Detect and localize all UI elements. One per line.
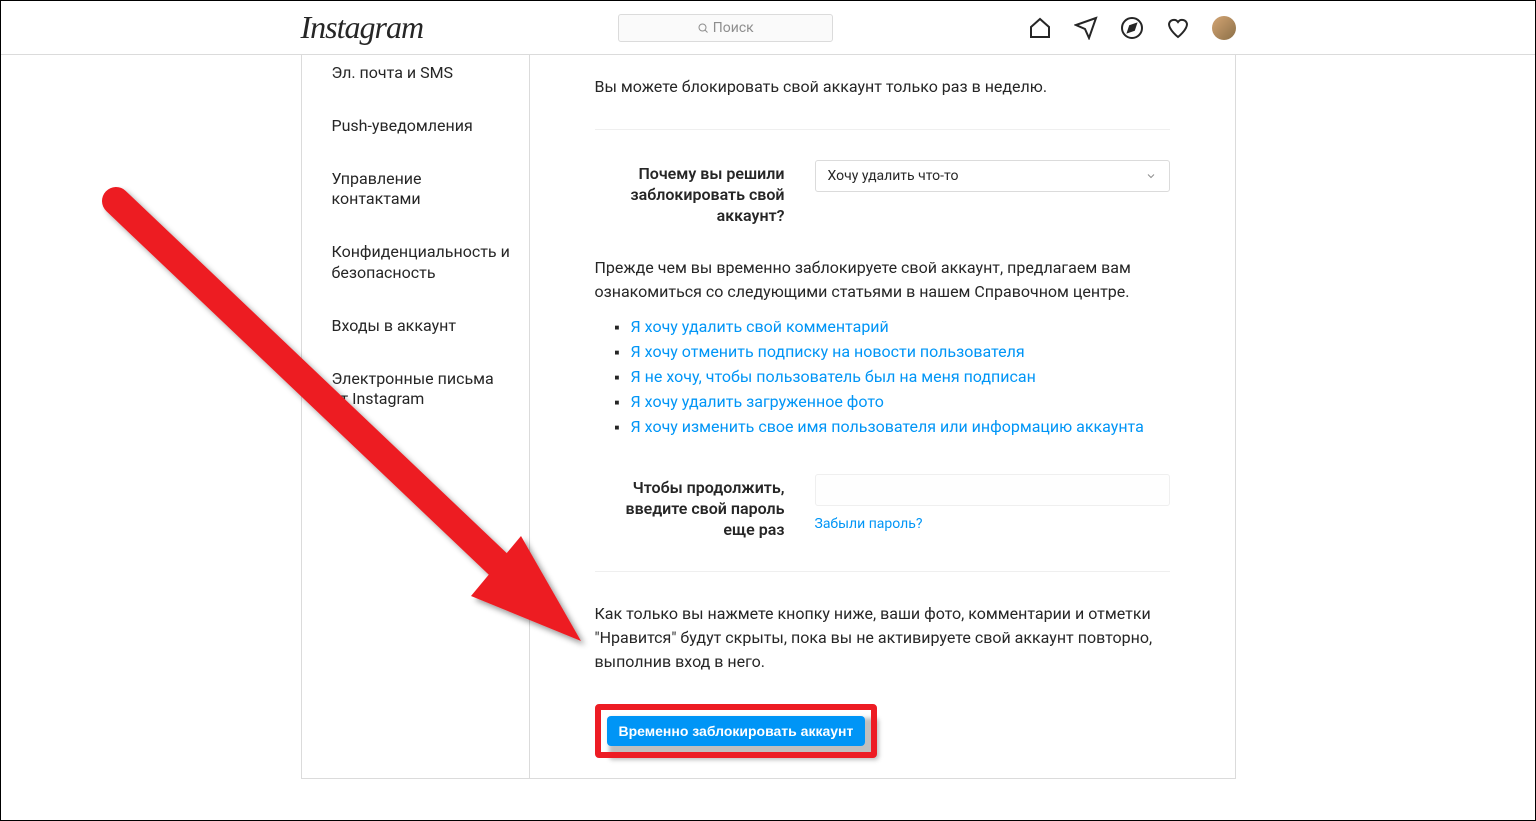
sidebar-item-login[interactable]: Входы в аккаунт xyxy=(302,300,529,353)
messages-icon[interactable] xyxy=(1074,16,1098,40)
help-link-change-username[interactable]: Я хочу изменить свое имя пользователя ил… xyxy=(631,417,1144,436)
divider-2 xyxy=(595,571,1170,572)
settings-sidebar: Эл. почта и SMS Push-уведомления Управле… xyxy=(302,55,530,778)
password-input[interactable] xyxy=(815,474,1170,506)
help-link-remove-follower[interactable]: Я не хочу, чтобы пользователь был на мен… xyxy=(631,367,1036,386)
reason-label: Почему вы решили заблокировать свой акка… xyxy=(595,160,785,226)
sidebar-item-contacts[interactable]: Управление контактами xyxy=(302,153,529,227)
help-link-unfollow[interactable]: Я хочу отменить подписку на новости поль… xyxy=(631,342,1025,361)
home-icon[interactable] xyxy=(1028,16,1052,40)
search-placeholder: Поиск xyxy=(713,20,754,36)
help-link-delete-photo[interactable]: Я хочу удалить загруженное фото xyxy=(631,392,884,411)
settings-card: Эл. почта и SMS Push-уведомления Управле… xyxy=(301,55,1236,779)
avatar[interactable] xyxy=(1212,16,1236,40)
heart-icon[interactable] xyxy=(1166,16,1190,40)
search-input[interactable]: Поиск xyxy=(618,14,833,42)
instagram-logo[interactable]: Instagram xyxy=(301,9,424,46)
divider xyxy=(595,129,1170,130)
main-content: Вы можете блокировать свой аккаунт тольк… xyxy=(530,55,1235,778)
help-intro: Прежде чем вы временно заблокируете свой… xyxy=(595,256,1170,304)
chevron-down-icon xyxy=(1145,170,1157,182)
explore-icon[interactable] xyxy=(1120,16,1144,40)
sidebar-item-email-sms[interactable]: Эл. почта и SMS xyxy=(302,55,529,100)
disable-account-button[interactable]: Временно заблокировать аккаунт xyxy=(607,716,866,746)
help-link-delete-comment[interactable]: Я хочу удалить свой комментарий xyxy=(631,317,889,336)
password-label: Чтобы продолжить, введите свой пароль ещ… xyxy=(595,474,785,540)
sidebar-item-push[interactable]: Push-уведомления xyxy=(302,100,529,153)
highlight-box: Временно заблокировать аккаунт xyxy=(595,704,878,758)
reason-select[interactable]: Хочу удалить что-то xyxy=(815,160,1170,192)
nav-icons xyxy=(1028,16,1236,40)
reason-selected-value: Хочу удалить что-то xyxy=(828,168,959,184)
sidebar-item-privacy[interactable]: Конфиденциальность и безопасность xyxy=(302,226,529,300)
help-links-list: Я хочу удалить свой комментарий Я хочу о… xyxy=(595,314,1170,439)
search-icon xyxy=(697,22,709,34)
final-notice: Как только вы нажмете кнопку ниже, ваши … xyxy=(595,602,1170,674)
top-header: Instagram Поиск xyxy=(1,1,1535,55)
sidebar-item-emails[interactable]: Электронные письма от Instagram xyxy=(302,353,529,427)
weekly-notice: Вы можете блокировать свой аккаунт тольк… xyxy=(595,75,1170,99)
forgot-password-link[interactable]: Забыли пароль? xyxy=(815,516,923,532)
